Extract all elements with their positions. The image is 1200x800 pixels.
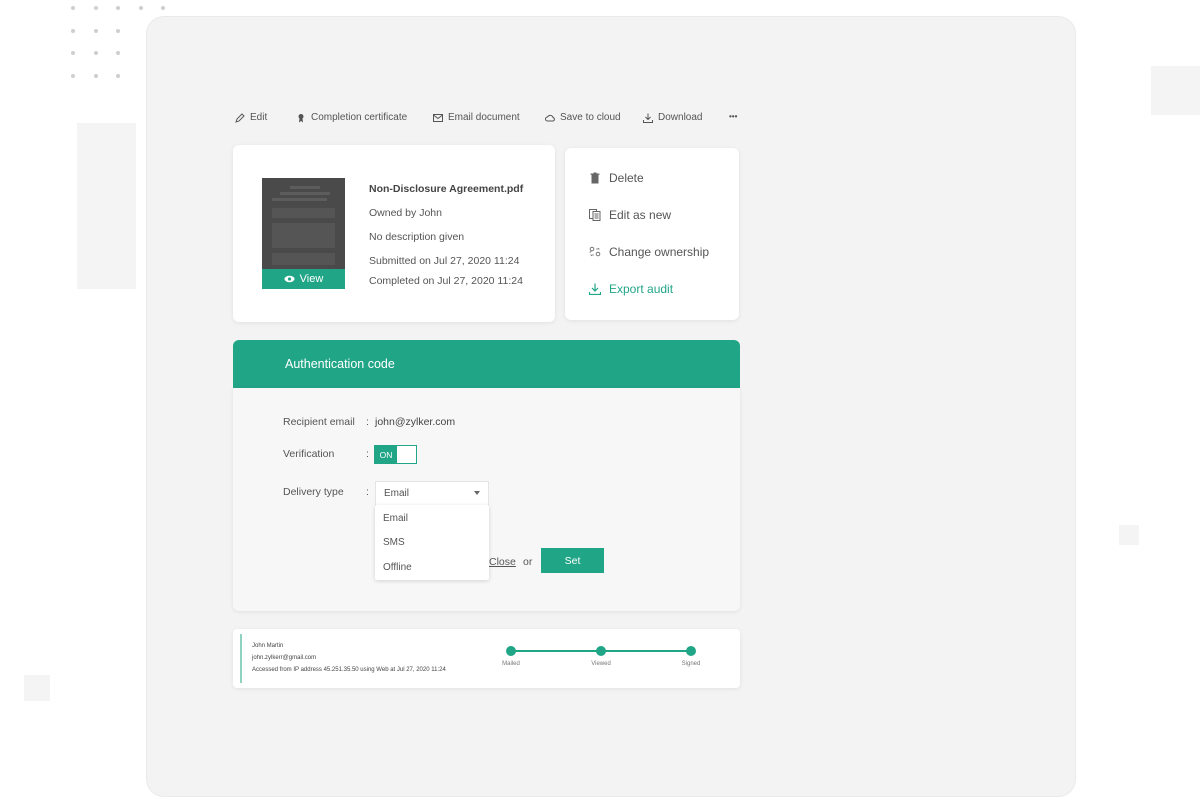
or-text: or bbox=[523, 556, 533, 568]
export-audit-action[interactable]: Export audit bbox=[589, 282, 673, 296]
status-node-mailed bbox=[506, 646, 516, 656]
auth-card-title: Authentication code bbox=[285, 357, 395, 371]
dropdown-option-email[interactable]: Email bbox=[383, 513, 408, 524]
actions-card: Delete Edit as new Change ownership Expo… bbox=[565, 148, 739, 320]
edit-button[interactable]: Edit bbox=[235, 112, 267, 123]
delivery-type-dropdown: Email SMS Offline bbox=[375, 505, 489, 580]
download-icon bbox=[643, 113, 653, 123]
decorative-dot bbox=[71, 74, 75, 78]
more-options-button[interactable]: ••• bbox=[729, 112, 737, 121]
colon: : bbox=[366, 486, 369, 498]
thumb-block bbox=[272, 223, 335, 248]
dropdown-option-sms[interactable]: SMS bbox=[383, 537, 405, 548]
view-button[interactable]: View bbox=[262, 269, 345, 289]
thumb-block bbox=[272, 208, 335, 218]
copy-icon bbox=[589, 209, 601, 221]
decorative-dot bbox=[94, 6, 98, 10]
activity-email: john.zylkerr@gmail.com bbox=[252, 655, 317, 661]
status-label-signed: Signed bbox=[681, 661, 701, 667]
decorative-dot bbox=[116, 51, 120, 55]
auth-card-header: Authentication code bbox=[233, 340, 740, 388]
document-submitted: Submitted on Jul 27, 2020 11:24 bbox=[369, 255, 520, 267]
completion-certificate-label: Completion certificate bbox=[311, 112, 408, 123]
dropdown-option-offline[interactable]: Offline bbox=[383, 562, 412, 573]
document-description: No description given bbox=[369, 231, 465, 243]
decorative-dot bbox=[71, 6, 75, 10]
activity-name: John Martin bbox=[252, 643, 284, 649]
thumb-line bbox=[280, 192, 330, 195]
decorative-dot bbox=[116, 29, 120, 33]
trash-icon bbox=[590, 172, 600, 184]
change-ownership-action[interactable]: Change ownership bbox=[589, 245, 709, 259]
certificate-icon bbox=[298, 113, 304, 122]
download-label: Download bbox=[658, 112, 703, 123]
document-title: Non-Disclosure Agreement.pdf bbox=[369, 183, 524, 195]
document-thumbnail[interactable]: View bbox=[262, 178, 345, 289]
recipient-email-value: john@zylker.com bbox=[375, 416, 456, 428]
thumb-line bbox=[290, 186, 320, 189]
decorative-dot bbox=[71, 51, 75, 55]
decorative-dot bbox=[116, 74, 120, 78]
document-toolbar: Edit Completion certificate Email docume… bbox=[233, 109, 743, 127]
export-audit-label: Export audit bbox=[609, 282, 674, 296]
edit-as-new-action[interactable]: Edit as new bbox=[589, 208, 671, 222]
edit-label: Edit bbox=[250, 112, 268, 123]
status-label-mailed: Mailed bbox=[502, 661, 520, 667]
set-button[interactable]: Set bbox=[541, 548, 604, 573]
envelope-icon bbox=[433, 113, 443, 122]
colon: : bbox=[366, 448, 369, 460]
view-label: View bbox=[299, 273, 324, 285]
document-card: View Non-Disclosure Agreement.pdf Owned … bbox=[233, 145, 555, 322]
decorative-dot bbox=[161, 6, 165, 10]
change-owner-icon bbox=[589, 246, 601, 257]
decorative-dot bbox=[139, 6, 143, 10]
thumb-block bbox=[272, 253, 335, 265]
document-owner: Owned by John bbox=[369, 207, 442, 219]
delivery-type-label: Delivery type bbox=[283, 486, 344, 498]
more-icon: ••• bbox=[729, 112, 738, 121]
pencil-icon bbox=[235, 112, 245, 123]
edit-as-new-label: Edit as new bbox=[609, 208, 672, 222]
completion-certificate-button[interactable]: Completion certificate bbox=[296, 112, 407, 123]
delete-action[interactable]: Delete bbox=[589, 171, 644, 185]
activity-card: John Martin john.zylkerr@gmail.com Acces… bbox=[233, 629, 740, 688]
auth-card-body: Recipient email : john@zylker.com Verifi… bbox=[233, 388, 740, 611]
decorative-dot bbox=[71, 29, 75, 33]
cloud-icon bbox=[545, 114, 555, 121]
status-node-signed bbox=[686, 646, 696, 656]
recipient-email-label: Recipient email bbox=[283, 416, 355, 428]
email-document-button[interactable]: Email document bbox=[433, 112, 520, 123]
download-button[interactable]: Download bbox=[643, 112, 702, 123]
email-document-label: Email document bbox=[448, 112, 520, 123]
decorative-dot bbox=[94, 51, 98, 55]
delivery-type-selected: Email bbox=[384, 488, 410, 499]
verification-label: Verification bbox=[283, 448, 335, 460]
decorative-dot bbox=[94, 74, 98, 78]
decorative-square-left bbox=[24, 675, 50, 701]
change-ownership-label: Change ownership bbox=[609, 245, 710, 259]
toggle-state: ON bbox=[375, 446, 397, 463]
decorative-dot bbox=[94, 29, 98, 33]
save-to-cloud-button[interactable]: Save to cloud bbox=[545, 112, 621, 123]
thumb-line bbox=[272, 198, 327, 201]
document-completed: Completed on Jul 27, 2020 11:24 bbox=[369, 275, 523, 287]
close-link[interactable]: Close bbox=[489, 556, 516, 568]
status-node-viewed bbox=[596, 646, 606, 656]
decorative-rect-right bbox=[1151, 66, 1200, 115]
chevron-down-icon bbox=[474, 491, 480, 495]
save-to-cloud-label: Save to cloud bbox=[560, 112, 621, 123]
delivery-type-select[interactable]: Email bbox=[375, 481, 489, 506]
decorative-square-right bbox=[1119, 525, 1139, 545]
delete-label: Delete bbox=[609, 171, 644, 185]
verification-toggle[interactable]: ON bbox=[374, 445, 417, 464]
activity-access: Accessed from IP address 45.251.35.50 us… bbox=[252, 667, 446, 673]
decorative-dot bbox=[116, 6, 120, 10]
status-label-viewed: Viewed bbox=[591, 661, 611, 667]
colon: : bbox=[366, 416, 369, 428]
decorative-rect-left bbox=[77, 123, 136, 289]
eye-icon bbox=[284, 275, 295, 283]
download-icon bbox=[589, 283, 601, 295]
activity-accent-bar bbox=[240, 634, 242, 683]
